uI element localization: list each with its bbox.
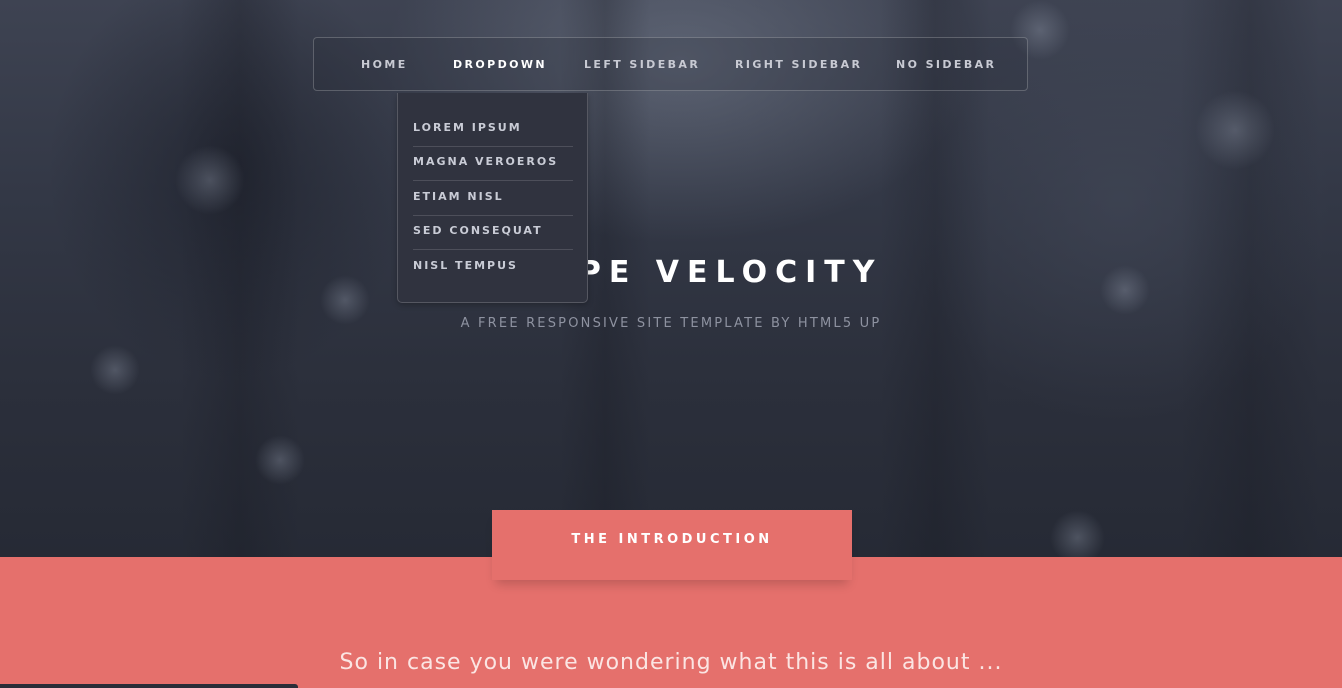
bokeh-light	[1195, 90, 1275, 170]
dropdown-item-magna-veroeros[interactable]: MAGNA VEROEROS	[413, 145, 573, 179]
main-nav: HOME DROPDOWN LEFT SIDEBAR RIGHT SIDEBAR…	[313, 37, 1028, 91]
hero-header: HOME DROPDOWN LEFT SIDEBAR RIGHT SIDEBAR…	[0, 0, 1342, 557]
page: HOME DROPDOWN LEFT SIDEBAR RIGHT SIDEBAR…	[0, 0, 1342, 688]
dropdown-menu: LOREM IPSUM MAGNA VEROEROS ETIAM NISL SE…	[397, 93, 588, 303]
bokeh-light	[175, 145, 245, 215]
nav-no-sidebar[interactable]: NO SIDEBAR	[896, 38, 996, 92]
dropdown-item-sed-consequat[interactable]: SED CONSEQUAT	[413, 214, 573, 248]
site-title: ESCAPE VELOCITY	[459, 255, 883, 290]
bokeh-light	[1050, 510, 1105, 557]
bottom-status-bar	[0, 684, 298, 688]
nav-dropdown[interactable]: DROPDOWN	[453, 38, 547, 92]
site-tagline: A FREE RESPONSIVE SITE TEMPLATE BY HTML5…	[460, 316, 882, 331]
nav-left-sidebar[interactable]: LEFT SIDEBAR	[584, 38, 700, 92]
intro-tab: THE INTRODUCTION	[492, 510, 852, 580]
bokeh-light	[255, 435, 305, 485]
dropdown-item-nisl-tempus[interactable]: NISL TEMPUS	[413, 249, 573, 283]
nav-right-sidebar[interactable]: RIGHT SIDEBAR	[735, 38, 862, 92]
intro-tab-label: THE INTRODUCTION	[571, 532, 773, 547]
intro-headline: So in case you were wondering what this …	[339, 650, 1003, 675]
dropdown-item-etiam-nisl[interactable]: ETIAM NISL	[413, 180, 573, 214]
nav-home[interactable]: HOME	[361, 38, 408, 92]
bokeh-light	[90, 345, 140, 395]
dropdown-item-lorem-ipsum[interactable]: LOREM IPSUM	[413, 111, 573, 145]
